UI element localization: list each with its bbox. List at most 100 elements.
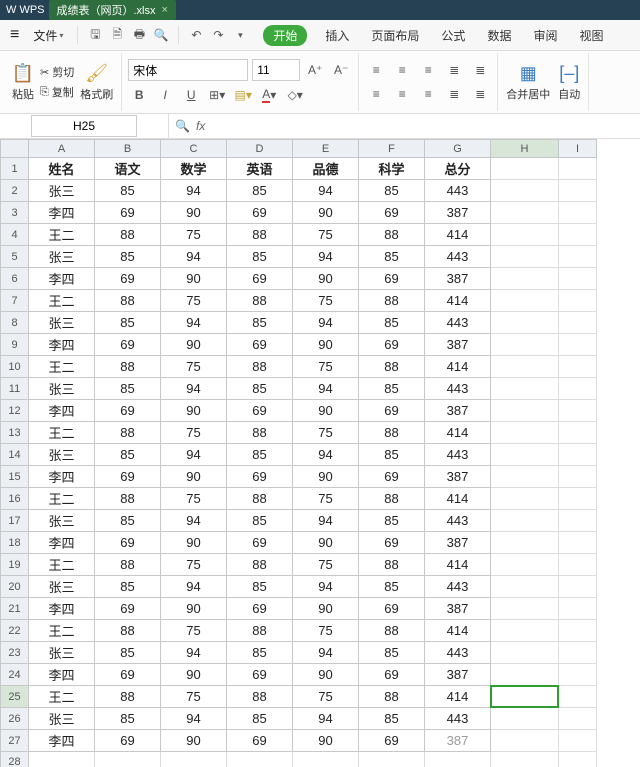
row-header[interactable]: 2 (1, 180, 29, 202)
data-cell[interactable]: 85 (227, 246, 293, 268)
row-header[interactable]: 12 (1, 400, 29, 422)
cell[interactable] (491, 488, 559, 510)
data-cell[interactable]: 李四 (29, 598, 95, 620)
data-cell[interactable]: 张三 (29, 312, 95, 334)
format-painter-button[interactable]: 🖌 格式刷 (78, 60, 115, 104)
data-cell[interactable]: 88 (359, 686, 425, 708)
data-cell[interactable]: 85 (95, 378, 161, 400)
row-header[interactable]: 13 (1, 422, 29, 444)
cell[interactable] (559, 224, 597, 246)
data-cell[interactable]: 94 (161, 312, 227, 334)
data-cell[interactable]: 94 (161, 180, 227, 202)
data-cell[interactable]: 69 (227, 334, 293, 356)
align-center-icon[interactable]: ≡ (391, 84, 413, 104)
cell[interactable] (559, 664, 597, 686)
data-cell[interactable]: 张三 (29, 246, 95, 268)
data-cell[interactable]: 75 (293, 224, 359, 246)
spreadsheet-grid[interactable]: ABCDEFGHI 1姓名语文数学英语品德科学总分2张三859485948544… (0, 139, 597, 767)
data-cell[interactable]: 85 (95, 444, 161, 466)
cell[interactable] (491, 664, 559, 686)
data-cell[interactable]: 387 (425, 466, 491, 488)
data-cell[interactable]: 414 (425, 356, 491, 378)
data-cell[interactable]: 张三 (29, 708, 95, 730)
data-cell[interactable]: 85 (227, 180, 293, 202)
data-cell[interactable]: 69 (227, 730, 293, 752)
data-cell[interactable]: 90 (161, 202, 227, 224)
column-header-B[interactable]: B (95, 140, 161, 158)
data-cell[interactable]: 443 (425, 510, 491, 532)
data-cell[interactable]: 88 (227, 290, 293, 312)
data-cell[interactable]: 90 (161, 334, 227, 356)
data-cell[interactable]: 75 (293, 554, 359, 576)
cell[interactable] (293, 752, 359, 767)
cell[interactable] (559, 422, 597, 444)
data-cell[interactable]: 王二 (29, 488, 95, 510)
row-header[interactable]: 23 (1, 642, 29, 664)
data-cell[interactable]: 88 (359, 356, 425, 378)
data-cell[interactable]: 69 (95, 532, 161, 554)
indent-decrease-icon[interactable]: ≣ (443, 60, 465, 80)
data-cell[interactable]: 69 (95, 598, 161, 620)
data-cell[interactable]: 85 (359, 510, 425, 532)
data-cell[interactable]: 69 (227, 598, 293, 620)
data-cell[interactable]: 85 (95, 510, 161, 532)
cell[interactable] (559, 708, 597, 730)
data-cell[interactable]: 张三 (29, 642, 95, 664)
row-header[interactable]: 16 (1, 488, 29, 510)
data-cell[interactable]: 王二 (29, 356, 95, 378)
tab-insert[interactable]: 插入 (321, 25, 353, 46)
cell[interactable] (559, 488, 597, 510)
paste-button[interactable]: 📋 粘贴 (10, 60, 36, 104)
data-cell[interactable]: 90 (161, 664, 227, 686)
data-cell[interactable]: 75 (161, 488, 227, 510)
data-cell[interactable]: 85 (227, 378, 293, 400)
row-header[interactable]: 28 (1, 752, 29, 767)
cell[interactable] (491, 708, 559, 730)
header-cell[interactable]: 品德 (293, 158, 359, 180)
data-cell[interactable]: 88 (95, 356, 161, 378)
row-header[interactable]: 15 (1, 466, 29, 488)
row-header[interactable]: 18 (1, 532, 29, 554)
data-cell[interactable]: 387 (425, 202, 491, 224)
data-cell[interactable]: 90 (293, 466, 359, 488)
tab-review[interactable]: 审阅 (529, 25, 561, 46)
column-header-H[interactable]: H (491, 140, 559, 158)
data-cell[interactable]: 90 (161, 268, 227, 290)
undo-icon[interactable]: ↶ (187, 26, 205, 44)
data-cell[interactable]: 69 (359, 730, 425, 752)
cell[interactable] (491, 158, 559, 180)
data-cell[interactable]: 88 (95, 488, 161, 510)
data-cell[interactable]: 94 (161, 510, 227, 532)
cell[interactable] (559, 620, 597, 642)
column-header-F[interactable]: F (359, 140, 425, 158)
data-cell[interactable]: 75 (293, 620, 359, 642)
italic-icon[interactable]: I (154, 85, 176, 105)
cell[interactable] (491, 378, 559, 400)
column-header-A[interactable]: A (29, 140, 95, 158)
cell[interactable] (559, 532, 597, 554)
row-header[interactable]: 10 (1, 356, 29, 378)
data-cell[interactable]: 88 (359, 554, 425, 576)
align-top-icon[interactable]: ≡ (365, 60, 387, 80)
row-header[interactable]: 7 (1, 290, 29, 312)
data-cell[interactable]: 443 (425, 180, 491, 202)
cell[interactable] (491, 598, 559, 620)
data-cell[interactable]: 69 (95, 334, 161, 356)
data-cell[interactable]: 90 (161, 598, 227, 620)
data-cell[interactable]: 85 (95, 708, 161, 730)
data-cell[interactable]: 90 (293, 202, 359, 224)
data-cell[interactable]: 85 (359, 378, 425, 400)
data-cell[interactable]: 85 (359, 246, 425, 268)
print-icon[interactable]: 🖶 (130, 26, 148, 44)
data-cell[interactable]: 88 (227, 224, 293, 246)
data-cell[interactable]: 94 (293, 180, 359, 202)
data-cell[interactable]: 李四 (29, 268, 95, 290)
data-cell[interactable]: 94 (293, 708, 359, 730)
data-cell[interactable]: 443 (425, 642, 491, 664)
data-cell[interactable]: 75 (161, 356, 227, 378)
data-cell[interactable]: 85 (227, 312, 293, 334)
data-cell[interactable]: 85 (359, 642, 425, 664)
data-cell[interactable]: 85 (359, 576, 425, 598)
data-cell[interactable]: 85 (227, 576, 293, 598)
tab-formula[interactable]: 公式 (437, 25, 469, 46)
